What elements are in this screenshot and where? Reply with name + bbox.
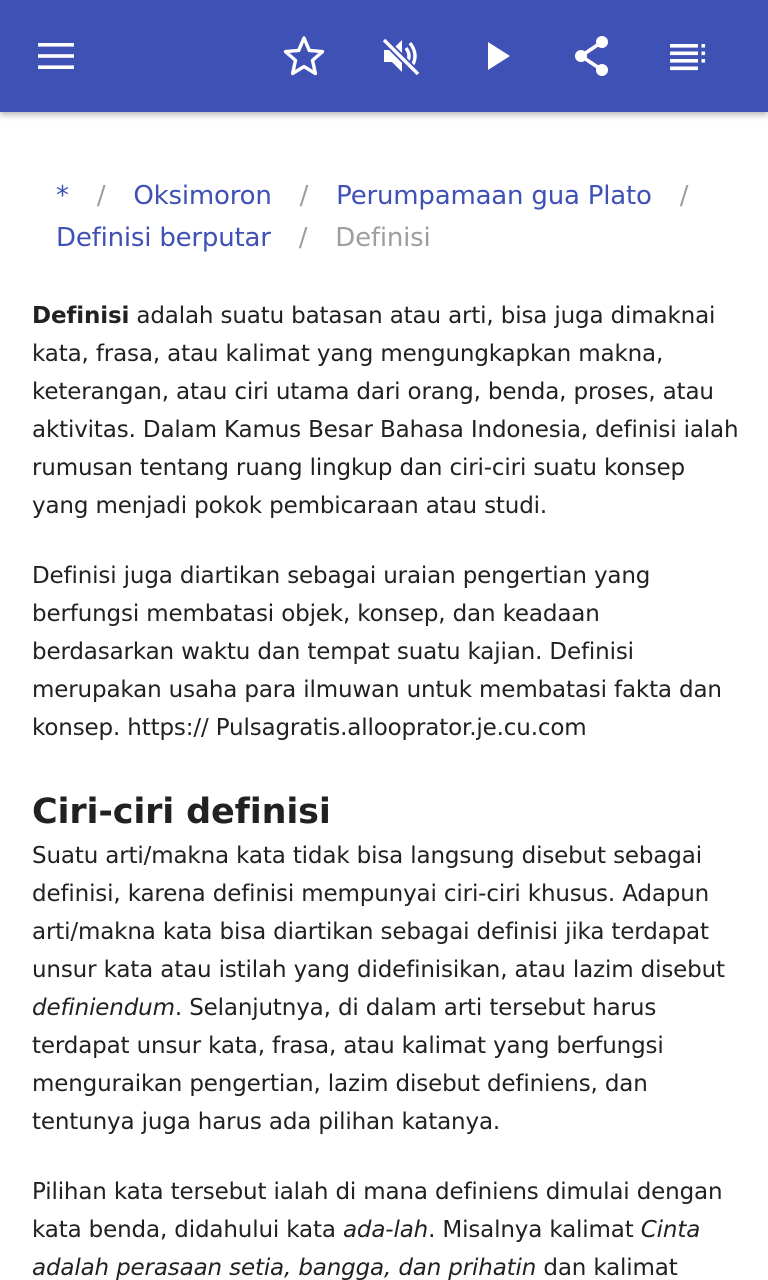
breadcrumb-separator: / [679, 181, 689, 211]
article-body: Definisi adalah suatu batasan atau arti,… [32, 297, 742, 1280]
breadcrumb-separator: / [96, 181, 106, 211]
volume-off-icon[interactable] [376, 32, 424, 80]
breadcrumb-current: Definisi [335, 223, 431, 253]
paragraph-text: dan kalimat [536, 1255, 678, 1280]
section-heading: Ciri-ciri definisi [32, 792, 331, 832]
paragraph-meaning: Definisi juga diartikan sebagai uraian p… [32, 563, 722, 741]
breadcrumb-link-home[interactable]: * [56, 181, 69, 211]
breadcrumb-separator: / [298, 223, 308, 253]
italic-term: ada-lah [342, 1217, 429, 1243]
breadcrumb-link-gua-plato[interactable]: Perumpamaan gua Plato [336, 181, 652, 211]
breadcrumb: * / Oksimoron / Perumpamaan gua Plato / Defini… [56, 175, 736, 259]
term-bold: Definisi [32, 303, 130, 329]
breadcrumb-separator: / [299, 181, 309, 211]
paragraph-text: Suatu arti/makna kata tidak bisa langsun… [32, 843, 725, 983]
breadcrumb-link-definisi-berputar[interactable]: Definisi berputar [56, 223, 271, 253]
share-icon[interactable] [568, 32, 616, 80]
breadcrumb-link-oksimoron[interactable]: Oksimoron [133, 181, 271, 211]
paragraph-text: adalah suatu batasan atau arti, bisa jug… [32, 303, 739, 519]
paragraph-intro: Definisi adalah suatu batasan atau arti,… [32, 297, 742, 525]
paragraph-characteristics: Suatu arti/makna kata tidak bisa langsun… [32, 837, 742, 1141]
playlist-icon[interactable] [664, 32, 712, 80]
menu-icon[interactable] [32, 32, 80, 80]
play-icon[interactable] [474, 32, 522, 80]
italic-term: definiendum [32, 995, 175, 1021]
paragraph-word-choice: Pilihan kata tersebut ialah di mana defi… [32, 1173, 742, 1280]
paragraph-text: . Misalnya kalimat [428, 1217, 641, 1243]
app-toolbar [0, 0, 768, 112]
star-outline-icon[interactable] [280, 32, 328, 80]
content-area: * / Oksimoron / Perumpamaan gua Plato / Defini… [0, 112, 768, 1280]
